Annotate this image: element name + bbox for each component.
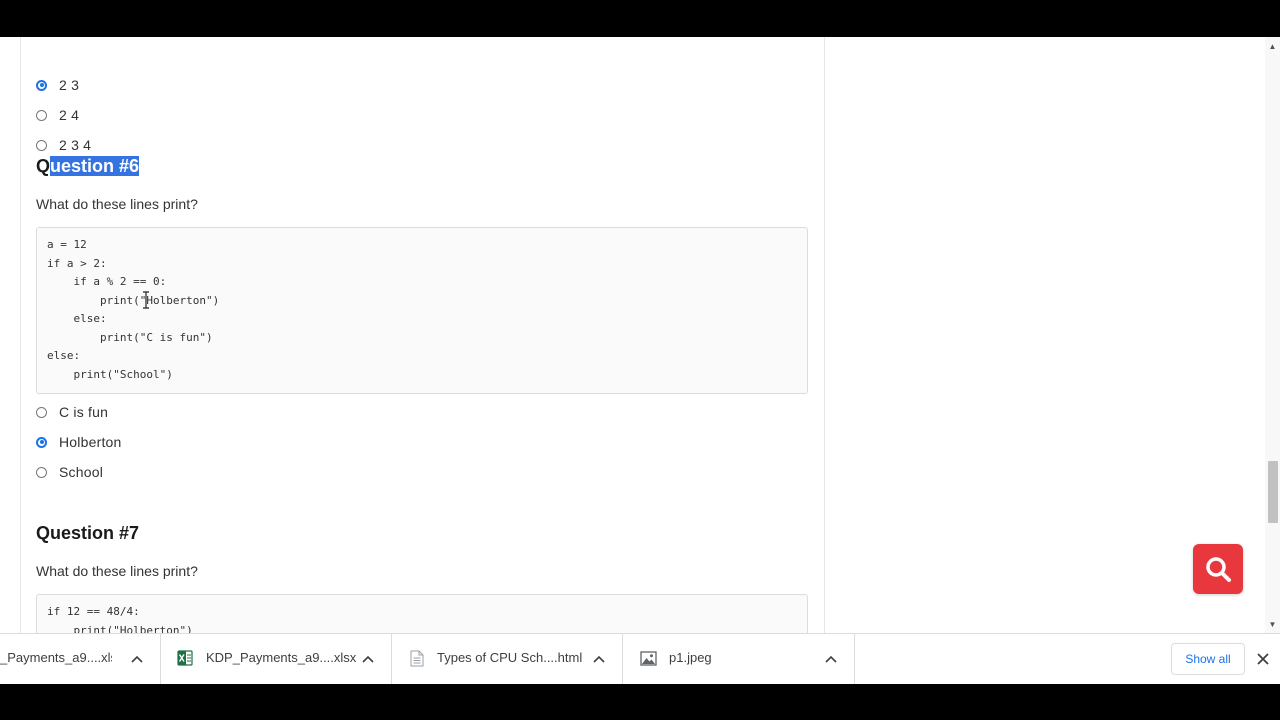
option-label: Holberton [59, 434, 122, 450]
download-item[interactable]: _Payments_a9....xlsx [0, 634, 161, 684]
radio-checked[interactable] [36, 436, 47, 448]
option-label: 2 3 4 [59, 137, 92, 153]
show-all-button[interactable]: Show all [1171, 643, 1245, 675]
scroll-up-arrow-icon[interactable]: ▲ [1265, 39, 1280, 53]
q5-option-2[interactable]: 2 4 [36, 105, 79, 125]
downloads-bar: _Payments_a9....xlsx KDP_Payments_a9....… [0, 633, 1280, 684]
scroll-down-arrow-icon[interactable]: ▼ [1265, 617, 1280, 631]
radio-unchecked[interactable] [36, 406, 47, 418]
quiz-content: 2 3 2 4 2 3 4 Question #6 What do these … [20, 37, 825, 633]
q5-option-1[interactable]: 2 3 [36, 75, 79, 95]
question-7-prompt: What do these lines print? [36, 563, 198, 579]
download-item[interactable]: p1.jpeg [623, 634, 855, 684]
chevron-up-icon[interactable] [130, 652, 144, 666]
download-filename: Types of CPU Sch....html [437, 650, 583, 665]
document-file-icon [408, 649, 426, 667]
question-7-title: Question #7 [36, 523, 140, 543]
chevron-up-icon[interactable] [592, 652, 606, 666]
title-unselected-part: Q [36, 156, 51, 176]
q5-option-3[interactable]: 2 3 4 [36, 135, 91, 155]
q6-option-school[interactable]: School [36, 462, 103, 482]
title-selected-text: uestion #6 [50, 156, 140, 176]
scroll-thumb[interactable] [1268, 461, 1278, 523]
option-label: 2 3 [59, 77, 80, 93]
radio-unchecked[interactable] [36, 139, 47, 151]
search-icon [1206, 557, 1231, 582]
excel-file-icon [176, 649, 194, 667]
q6-option-c-is-fun[interactable]: C is fun [36, 402, 108, 422]
question-7-code: if 12 == 48/4: print("Holberton") [36, 594, 808, 633]
search-button[interactable] [1193, 544, 1243, 594]
question-6-prompt: What do these lines print? [36, 196, 198, 212]
page-viewport: 2 3 2 4 2 3 4 Question #6 What do these … [0, 37, 1280, 633]
download-filename: p1.jpeg [669, 650, 712, 665]
image-file-icon [639, 649, 657, 667]
question-6-title: Question #6 [36, 154, 140, 178]
close-icon[interactable] [1255, 651, 1271, 667]
option-label: 2 4 [59, 107, 80, 123]
download-item[interactable]: Types of CPU Sch....html [392, 634, 623, 684]
option-label: C is fun [59, 404, 109, 420]
option-label: School [59, 464, 104, 480]
q6-option-holberton[interactable]: Holberton [36, 432, 122, 452]
question-6-code: a = 12 if a > 2: if a % 2 == 0: print("H… [36, 227, 808, 394]
vertical-scrollbar[interactable]: ▲ ▼ [1265, 37, 1280, 633]
radio-unchecked[interactable] [36, 109, 47, 121]
download-item[interactable]: KDP_Payments_a9....xlsx [161, 634, 392, 684]
download-filename: _Payments_a9....xlsx [0, 650, 112, 665]
radio-checked[interactable] [36, 79, 47, 91]
download-filename: KDP_Payments_a9....xlsx [206, 650, 356, 665]
text-cursor-icon [143, 291, 149, 309]
chevron-up-icon[interactable] [361, 652, 375, 666]
chevron-up-icon[interactable] [824, 652, 838, 666]
radio-unchecked[interactable] [36, 466, 47, 478]
